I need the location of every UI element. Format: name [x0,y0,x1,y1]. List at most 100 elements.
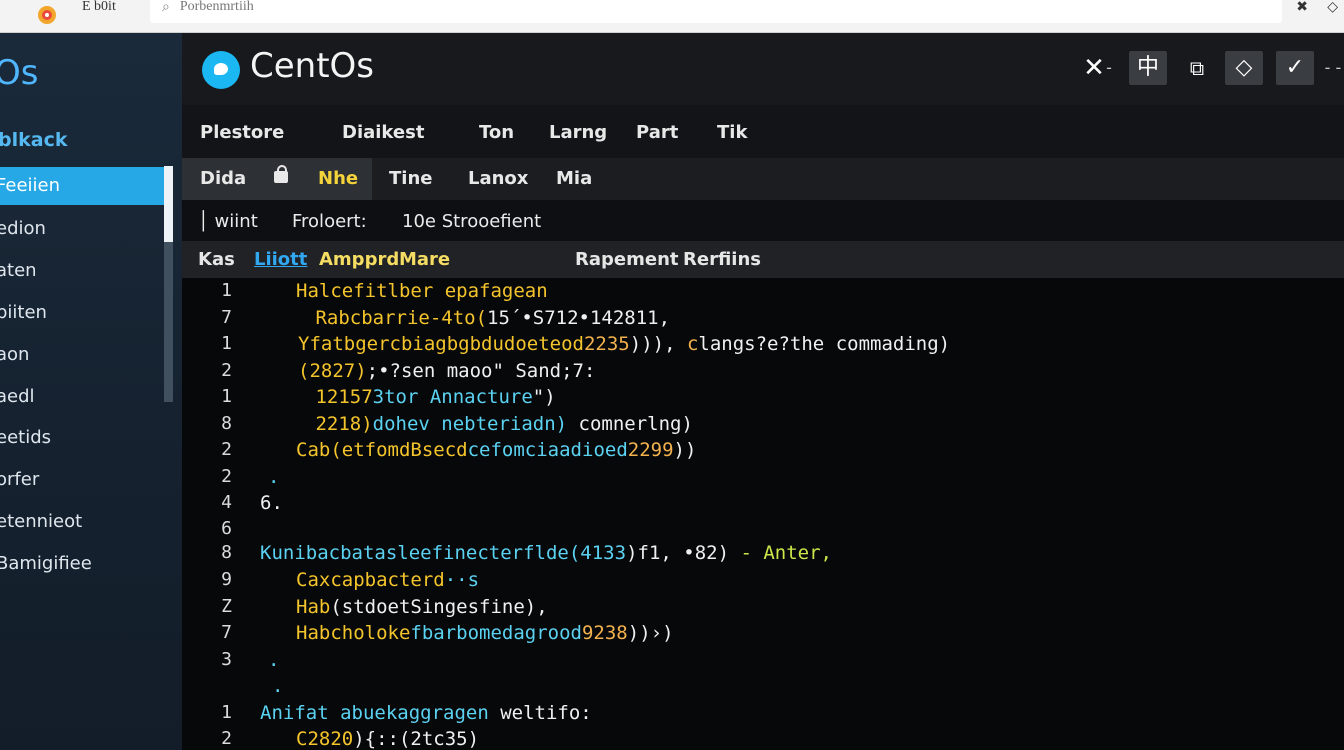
code-token: . [272,675,284,697]
code-token: (2827) [298,360,367,382]
code-token: 9238 [581,622,628,644]
code-token: Rabcbarrie-4to( [304,307,488,329]
copy-icon[interactable]: ⧉ [1178,51,1216,85]
browser-toolbar: Ë b0it ⌕ Porbenmrtiih ✖ ◇ [0,0,1344,33]
tab-5[interactable]: Mia [556,158,592,200]
sidebar-item-7[interactable]: eetids [0,419,168,457]
code-token: weltifo: [488,702,592,724]
code-line[interactable]: C2820){::(2tc35) [296,728,479,750]
centos-logo-icon [202,51,240,89]
code-line[interactable]: Halcefitlber epafagean [296,280,548,302]
tab-4[interactable]: Lanox [468,158,528,200]
scrollbar-thumb[interactable] [164,166,173,242]
browser-logo-icon[interactable] [36,0,58,30]
code-line[interactable]: Rabcbarrie-4to(15´•S712•142811, [304,307,670,329]
sidebar-heading[interactable]: blkack [0,129,67,151]
tab-bar: Dida Nhe Tine Lanox Mia [182,158,1344,200]
code-token: ))›) [627,622,674,644]
line-number: 9 [221,569,232,590]
code-token: Habcholoke [296,622,411,644]
code-token: cefomciaadioed [467,439,628,461]
code-line[interactable]: Anifat abuekaggragen weltifo: [260,702,592,724]
code-token: 3tor Annacture [372,386,533,408]
code-token: ), [652,333,687,355]
menu-item-2[interactable]: Diaikest [342,122,424,143]
toolbar-item-2[interactable]: Liiott [254,249,307,270]
browser-tab-title[interactable]: Ë b0it [82,0,116,23]
toolbar-item-5[interactable]: Rapement [575,249,678,270]
code-token: comnerlng) [578,413,693,435]
sidebar-item-4[interactable]: piiten [0,294,168,332]
sidebar-item-9[interactable]: etennieot [0,503,168,541]
line-number: 7 [221,622,232,643]
line-number: Z [221,596,232,617]
toolbar-item-1[interactable]: Kas [198,249,235,270]
code-editor[interactable]: 1 7 1 2 1 8 2 2 4 6 8 9 Z 7 3 1 2 Halcefitlber epafagean… [182,278,1344,750]
code-line[interactable]: Caxcapbacterd··s [296,569,479,591]
code-token: . [268,649,280,671]
code-line[interactable]: (2827);•?sen maoo" Sand;7: [298,360,595,382]
diamond-icon[interactable]: ◇ [1225,51,1263,85]
status-line: │ wiint Froloert: 10e Strooefient [182,201,1344,241]
sidebar-item-6[interactable]: aedl [0,378,168,416]
code-token: C2820 [296,728,354,750]
code-token: (stdoetSingesfine), [330,596,548,618]
sidebar-item-2[interactable]: edion [0,210,168,248]
code-line[interactable]: Habcholokefbarbomedagrood9238))›) [296,622,674,644]
code-line[interactable]: 121573tor Annacture") [304,386,555,408]
code-token: Hab [296,596,331,618]
tab-2[interactable]: Nhe [318,158,358,200]
address-text: Porbenmrtiih [179,0,254,14]
line-number: 1 [221,280,232,301]
check-icon[interactable]: ✓ [1276,51,1314,85]
line-number: 2 [221,728,232,749]
line-number: 2 [221,466,232,487]
code-token: Kunibacbatasleefinecterflde( [260,542,581,564]
code-token: f1, •82) [637,542,741,564]
separator: - [1106,58,1112,77]
code-token: Cab [296,439,331,461]
code-token: )) [673,439,697,461]
extension-icon[interactable]: ◇ [1327,0,1338,23]
sidebar-item-8[interactable]: orfer [0,461,168,499]
address-bar[interactable]: ⌕ Porbenmrtiih [150,0,1282,23]
sidebar-item-1[interactable]: Feeiien [0,167,168,205]
tab-3[interactable]: Tine [389,158,432,200]
line-number: 2 [221,439,232,460]
code-line[interactable]: . [268,649,279,671]
pin-icon[interactable]: ✖ [1296,0,1308,23]
toolbar-item-6[interactable]: Rerfiins [683,249,761,270]
status-right: 10e Strooefient [402,211,542,232]
code-line[interactable]: Yfatbgercbiagbgbdudoeteod2235))), clangs… [298,333,950,355]
line-number: 8 [221,542,232,563]
language-button[interactable]: 中 [1129,51,1167,85]
menu-item-6[interactable]: Tik [717,122,747,143]
code-token: ;•?sen maoo" Sand;7: [366,360,596,382]
menu-item-5[interactable]: Part [636,122,678,143]
code-line[interactable]: . [272,675,283,697]
line-number-gutter: 1 7 1 2 1 8 2 2 4 6 8 9 Z 7 3 1 2 [182,278,252,750]
toolbar-item-4[interactable]: Mare [399,249,450,270]
sidebar-scrollbar[interactable] [164,166,173,402]
tab-1[interactable]: Dida [200,158,246,200]
sidebar-brand: Os [0,53,39,93]
sidebar-item-3[interactable]: aten [0,252,168,290]
code-line[interactable]: Hab(stdoetSingesfine), [296,596,548,618]
menu-item-1[interactable]: Plestore [200,122,284,143]
line-number: 4 [221,492,232,513]
line-number: 1 [221,702,232,723]
menu-item-4[interactable]: Larng [549,122,607,143]
code-token: 2218) [304,413,373,435]
code-token: langs?e?the commading) [698,333,951,355]
sidebar-item-10[interactable]: Bamigifiee [0,545,168,583]
code-line[interactable]: 2218)dohev nebteriadn) comnerlng) [304,413,693,435]
menu-item-3[interactable]: Ton [479,122,514,143]
code-line[interactable]: Cab(etfomdBsecdcefomciaadioed2299)) [296,439,696,461]
code-line[interactable]: Kunibacbatasleefinecterflde(4133)f1, •82… [260,542,832,564]
code-line[interactable]: 6. [260,492,283,514]
sidebar-item-5[interactable]: aon [0,336,168,374]
code-line[interactable]: . [268,466,279,488]
code-token: 6. [260,492,283,514]
app-title: CentOs [250,46,375,86]
toolbar-item-3[interactable]: Ampprd [319,249,399,270]
